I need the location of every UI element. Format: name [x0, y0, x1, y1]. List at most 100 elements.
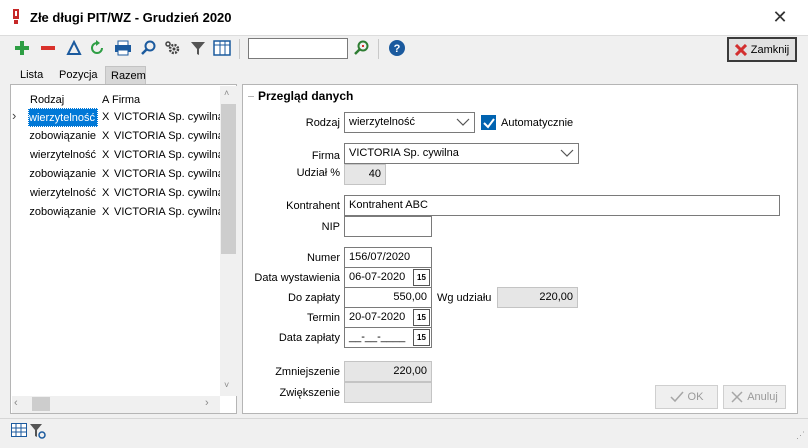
termin-value: 20-07-2020: [349, 311, 406, 323]
firma-label: Firma: [311, 150, 340, 162]
cell-a: X: [102, 130, 110, 142]
rodzaj-label: Rodzaj: [305, 117, 340, 129]
filter-settings-icon[interactable]: [29, 423, 47, 442]
data-wystawienia-label: Data wystawienia: [254, 272, 340, 284]
do-zaplaty-label: Do zapłaty: [288, 292, 340, 304]
automatycznie-label: Automatycznie: [501, 117, 574, 129]
refresh-icon[interactable]: [87, 38, 107, 58]
cell-firma: VICTORIA Sp. cywilna: [114, 111, 224, 123]
close-x-icon: [734, 43, 747, 56]
nip-field[interactable]: [344, 216, 432, 237]
cell-rodzaj: zobowiązanie: [29, 130, 96, 142]
termin-label: Termin: [306, 312, 340, 324]
cancel-icon: [731, 391, 743, 403]
column-header-a[interactable]: A: [102, 94, 109, 106]
current-row-arrow-icon: ›: [12, 108, 17, 123]
cell-rodzaj: zobowiązanie: [29, 168, 96, 180]
cell-firma: VICTORIA Sp. cywilna: [114, 130, 224, 142]
table-row[interactable]: wierzytelność X VICTORIA Sp. cywilna: [28, 108, 224, 127]
ok-button-label: OK: [687, 391, 704, 403]
firma-select[interactable]: VICTORIA Sp. cywilna: [344, 143, 579, 164]
calendar-icon[interactable]: 15: [413, 309, 430, 326]
tab-pozycja[interactable]: Pozycja: [54, 66, 103, 84]
data-zaplaty-value: __-__-____: [349, 331, 406, 343]
tab-lista[interactable]: Lista: [15, 66, 48, 84]
horizontal-scrollbar-thumb[interactable]: [32, 397, 50, 411]
column-header-rodzaj[interactable]: Rodzaj: [30, 94, 64, 106]
anuluj-button[interactable]: Anuluj: [723, 385, 786, 409]
cell-a: X: [102, 111, 110, 123]
toolbar-separator: [378, 39, 379, 59]
tab-razem[interactable]: Razem: [105, 66, 146, 84]
calendar-icon[interactable]: 15: [413, 329, 430, 346]
cell-rodzaj: wierzytelność: [28, 108, 98, 127]
remove-icon[interactable]: [38, 38, 58, 58]
svg-text:?: ?: [394, 43, 401, 55]
numer-label: Numer: [306, 252, 340, 264]
app-icon: [11, 9, 21, 25]
status-bar: [0, 418, 808, 448]
ok-button[interactable]: OK: [655, 385, 718, 409]
firma-select-value: VICTORIA Sp. cywilna: [349, 147, 459, 159]
zwiekszenie-label: Zwiększenie: [279, 387, 340, 399]
table-row[interactable]: zobowiązanie X VICTORIA Sp. cywilna: [28, 165, 224, 184]
add-icon[interactable]: [12, 38, 32, 58]
help-icon[interactable]: ?: [387, 38, 407, 58]
check-icon: [670, 391, 684, 403]
data-wystawienia-value: 06-07-2020: [349, 271, 406, 283]
table-row[interactable]: wierzytelność X VICTORIA Sp. cywilna: [28, 146, 224, 165]
cell-firma: VICTORIA Sp. cywilna: [114, 206, 224, 218]
grid-icon[interactable]: [11, 423, 27, 440]
cell-firma: VICTORIA Sp. cywilna: [114, 187, 224, 199]
cell-a: X: [102, 168, 110, 180]
chevron-down-icon: [560, 149, 574, 157]
rodzaj-select[interactable]: wierzytelność: [344, 112, 475, 133]
toolbar-separator: [239, 39, 240, 59]
cell-a: X: [102, 187, 110, 199]
cell-rodzaj: wierzytelność: [29, 187, 96, 199]
print-icon[interactable]: [113, 38, 133, 58]
cell-firma: VICTORIA Sp. cywilna: [114, 168, 224, 180]
edit-icon[interactable]: [64, 38, 84, 58]
filter-icon[interactable]: [188, 38, 208, 58]
table-row[interactable]: wierzytelność X VICTORIA Sp. cywilna: [28, 184, 224, 203]
automatycznie-checkbox[interactable]: [481, 115, 496, 130]
calendar-icon[interactable]: 15: [413, 269, 430, 286]
close-button[interactable]: Zamknij: [727, 37, 797, 62]
window-title: Złe długi PIT/WZ - Grudzień 2020: [30, 10, 232, 25]
close-icon[interactable]: ✕: [768, 5, 792, 29]
udzial-field: 40: [344, 164, 386, 185]
table-row[interactable]: zobowiązanie X VICTORIA Sp. cywilna: [28, 127, 224, 146]
close-button-label: Zamknij: [750, 43, 790, 56]
zmniejszenie-label: Zmniejszenie: [275, 366, 340, 378]
column-header-firma[interactable]: Firma: [112, 94, 140, 106]
columns-icon[interactable]: [212, 38, 232, 58]
details-panel: [242, 84, 798, 414]
do-zaplaty-field[interactable]: 550,00: [344, 287, 432, 308]
vertical-scrollbar-thumb[interactable]: [221, 104, 236, 254]
resize-grip-icon[interactable]: ⋰: [796, 430, 805, 441]
nip-label: NIP: [321, 221, 340, 233]
kontrahent-label: Kontrahent: [286, 200, 340, 212]
zmniejszenie-field: 220,00: [344, 361, 432, 382]
search-icon[interactable]: [139, 38, 159, 58]
scroll-right-icon[interactable]: ›: [205, 397, 209, 409]
kontrahent-field[interactable]: Kontrahent ABC: [344, 195, 780, 216]
search-input[interactable]: [248, 38, 348, 59]
udzial-label: Udział %: [296, 167, 340, 179]
table-row[interactable]: zobowiązanie X VICTORIA Sp. cywilna: [28, 203, 224, 222]
chevron-down-icon: [456, 118, 470, 126]
settings-icon[interactable]: [163, 38, 183, 58]
scroll-left-icon[interactable]: ‹: [14, 397, 18, 409]
cell-a: X: [102, 149, 110, 161]
data-zaplaty-label: Data zapłaty: [278, 332, 340, 344]
cell-firma: VICTORIA Sp. cywilna: [114, 149, 224, 161]
anuluj-button-label: Anuluj: [747, 391, 778, 403]
scroll-up-icon[interactable]: ˄: [224, 88, 229, 98]
wg-udzialu-field: 220,00: [497, 287, 578, 308]
wg-udzialu-label: Wg udziału: [437, 292, 492, 304]
scroll-down-icon[interactable]: ˅: [224, 380, 229, 390]
numer-field[interactable]: 156/07/2020: [344, 247, 432, 268]
rodzaj-select-value: wierzytelność: [349, 116, 416, 128]
find-icon[interactable]: [352, 38, 372, 58]
